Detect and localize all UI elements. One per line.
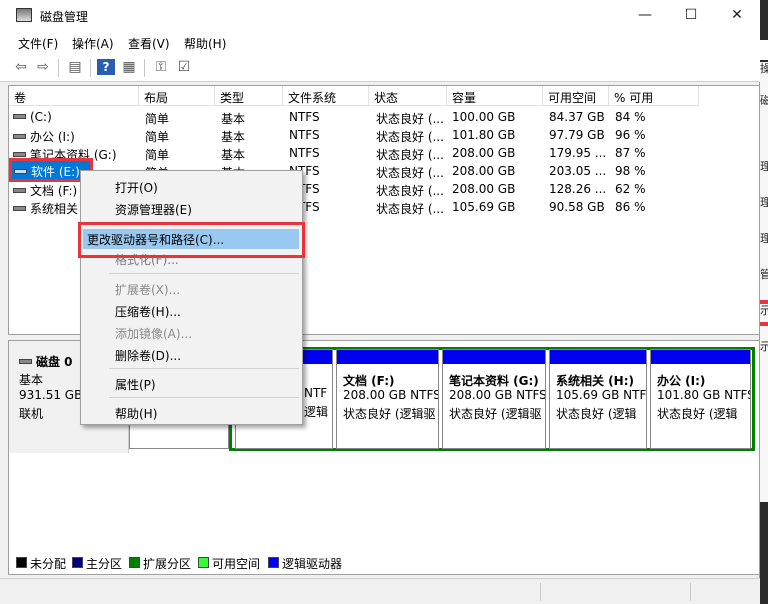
table-row[interactable]: 笔记本资料 (G:) 简单 基本 NTFS 状态良好 (... 208.00 G… [9,144,749,162]
disk-icon [19,359,32,364]
close-button[interactable]: ✕ [714,0,760,31]
disk-status: 联机 [19,407,44,421]
partition-status: 状态良好 (逻辑 [657,407,738,421]
context-menu: 打开(O) 资源管理器(E) 格式化(F)... 扩展卷(X)... 压缩卷(H… [80,170,303,425]
menu-separator [109,368,299,369]
legend-label: 扩展分区 [143,557,192,571]
partition-status: 状态良好 (逻辑 [556,407,637,421]
partition-title: 文档 (F:) [343,374,395,388]
disk-size: 931.51 GB [19,388,83,402]
table-row[interactable]: (C:) 简单 基本 NTFS 状态良好 (... 100.00 GB 84.3… [9,108,749,126]
menu-bar: 文件(F) 操作(A) 查看(V) 帮助(H) [0,31,760,53]
partition-size: NTF [304,386,328,400]
volume-icon [13,152,26,157]
volume-icon [13,188,26,193]
partition-logical[interactable]: 办公 (I:) 101.80 GB NTFS 状态良好 (逻辑 [650,349,751,449]
legend-swatch-extended [129,557,140,568]
menu-item-extend-volume[interactable]: 扩展卷(X)... [115,281,180,298]
menu-item-open[interactable]: 打开(O) [115,179,158,196]
partition-title: 笔记本资料 (G:) [449,374,539,388]
legend-label: 未分配 [30,557,67,571]
menu-item-properties[interactable]: 属性(P) [115,376,156,393]
partition-title: 系统相关 (H:) [556,374,634,388]
partition-status: 状态良好 (逻辑驱 [343,407,436,421]
col-header-capacity[interactable]: 容量 [447,86,543,106]
toolbar-separator [90,59,91,77]
forward-icon[interactable]: ⇨ [34,59,52,75]
menu-item-help[interactable]: 帮助(H) [115,405,157,422]
capacity-cell: 105.69 GB [452,200,516,214]
disk-name: 磁盘 0 [36,355,73,369]
legend-swatch-primary [72,557,83,568]
menu-item-add-mirror[interactable]: 添加镜像(A)... [115,325,192,342]
status-bar [0,578,760,604]
disk-type: 基本 [19,373,44,387]
legend-swatch-unallocated [16,557,27,568]
menu-file[interactable]: 文件(F) [18,35,58,52]
partition-status: 状态良好 (逻辑驱 [449,407,542,421]
partition-logical[interactable]: 笔记本资料 (G:) 208.00 GB NTFS 状态良好 (逻辑驱 [442,349,546,449]
col-header-volume[interactable]: 卷 [9,86,139,106]
key-icon[interactable]: ⚿ [152,59,170,75]
legend: 未分配 主分区 扩展分区 可用空间 逻辑驱动器 [8,553,408,573]
legend-label: 可用空间 [212,557,261,571]
volume-name: 软件 (E:) [31,165,80,179]
volume-icon [14,169,27,174]
menu-item-delete-volume[interactable]: 删除卷(D)... [115,347,181,364]
legend-swatch-free [198,557,209,568]
col-header-type[interactable]: 类型 [215,86,283,106]
legend-swatch-logical [268,557,279,568]
menu-separator [109,273,299,274]
menu-item-explorer[interactable]: 资源管理器(E) [115,201,192,218]
partition-logical[interactable]: 系统相关 (H:) 105.69 GB NTFS 状态良好 (逻辑 [549,349,647,449]
console-icon[interactable]: ▤ [66,59,84,75]
properties-icon[interactable]: ▦ [120,59,138,75]
partition-title: 办公 (I:) [657,374,706,388]
back-icon[interactable]: ⇦ [12,59,30,75]
col-header-filesystem[interactable]: 文件系统 [283,86,369,106]
volume-name: 文档 (F:) [30,184,78,198]
free-cell: 90.58 GB [549,200,605,214]
menu-view[interactable]: 查看(V) [128,35,170,52]
volume-name: 办公 (I:) [30,130,75,144]
minimize-button[interactable]: — [622,0,668,31]
window-title: 磁盘管理 [40,10,89,24]
volume-icon [13,114,26,119]
menu-action[interactable]: 操作(A) [72,35,114,52]
partition-size: 105.69 GB NTFS [556,388,646,402]
disk-management-app-icon [16,8,32,22]
toolbar-separator [58,59,59,77]
partition-logical[interactable]: 文档 (F:) 208.00 GB NTFS 状态良好 (逻辑驱 [336,349,439,449]
status-cell: 状态良好 (... [376,202,444,216]
menu-item-shrink-volume[interactable]: 压缩卷(H)... [115,303,181,320]
maximize-button[interactable]: ☐ [668,0,714,31]
table-row[interactable]: 办公 (I:) 简单 基本 NTFS 状态良好 (... 101.80 GB 9… [9,126,749,144]
menu-item-change-drive-letter[interactable]: 更改驱动器号和路径(C)... [87,231,224,248]
partition-size: 101.80 GB NTFS [657,388,750,402]
partition-size: 208.00 GB NTFS [343,388,438,402]
help-icon[interactable]: ? [97,59,115,75]
percent-cell: 86 % [615,200,646,214]
background-window-strip: 操 磁 理 理 理 管 示 示 [760,0,768,604]
volume-name: (C:) [30,110,52,124]
title-bar[interactable]: 磁盘管理 — ☐ ✕ [0,0,760,31]
col-header-status[interactable]: 状态 [369,86,447,106]
list-icon[interactable]: ☑ [175,59,193,75]
right-strip-text: 操 磁 理 理 理 管 示 示 [760,62,768,353]
toolbar-separator [144,59,145,77]
change-drive-letter-highlight[interactable]: 更改驱动器号和路径(C)... [78,222,305,258]
partition-status: 逻辑 [304,405,329,419]
volume-icon [13,206,26,211]
menu-help[interactable]: 帮助(H) [184,35,226,52]
col-header-free[interactable]: 可用空间 [543,86,609,106]
col-header-percent-free[interactable]: % 可用 [609,86,699,106]
legend-label: 主分区 [86,557,123,571]
toolbar: ⇦ ⇨ ▤ ? ▦ ⚿ ☑ [0,53,760,82]
col-header-layout[interactable]: 布局 [139,86,215,106]
menu-separator [109,397,299,398]
legend-label: 逻辑驱动器 [282,557,343,571]
volume-icon [13,134,26,139]
partition-size: 208.00 GB NTFS [449,388,545,402]
